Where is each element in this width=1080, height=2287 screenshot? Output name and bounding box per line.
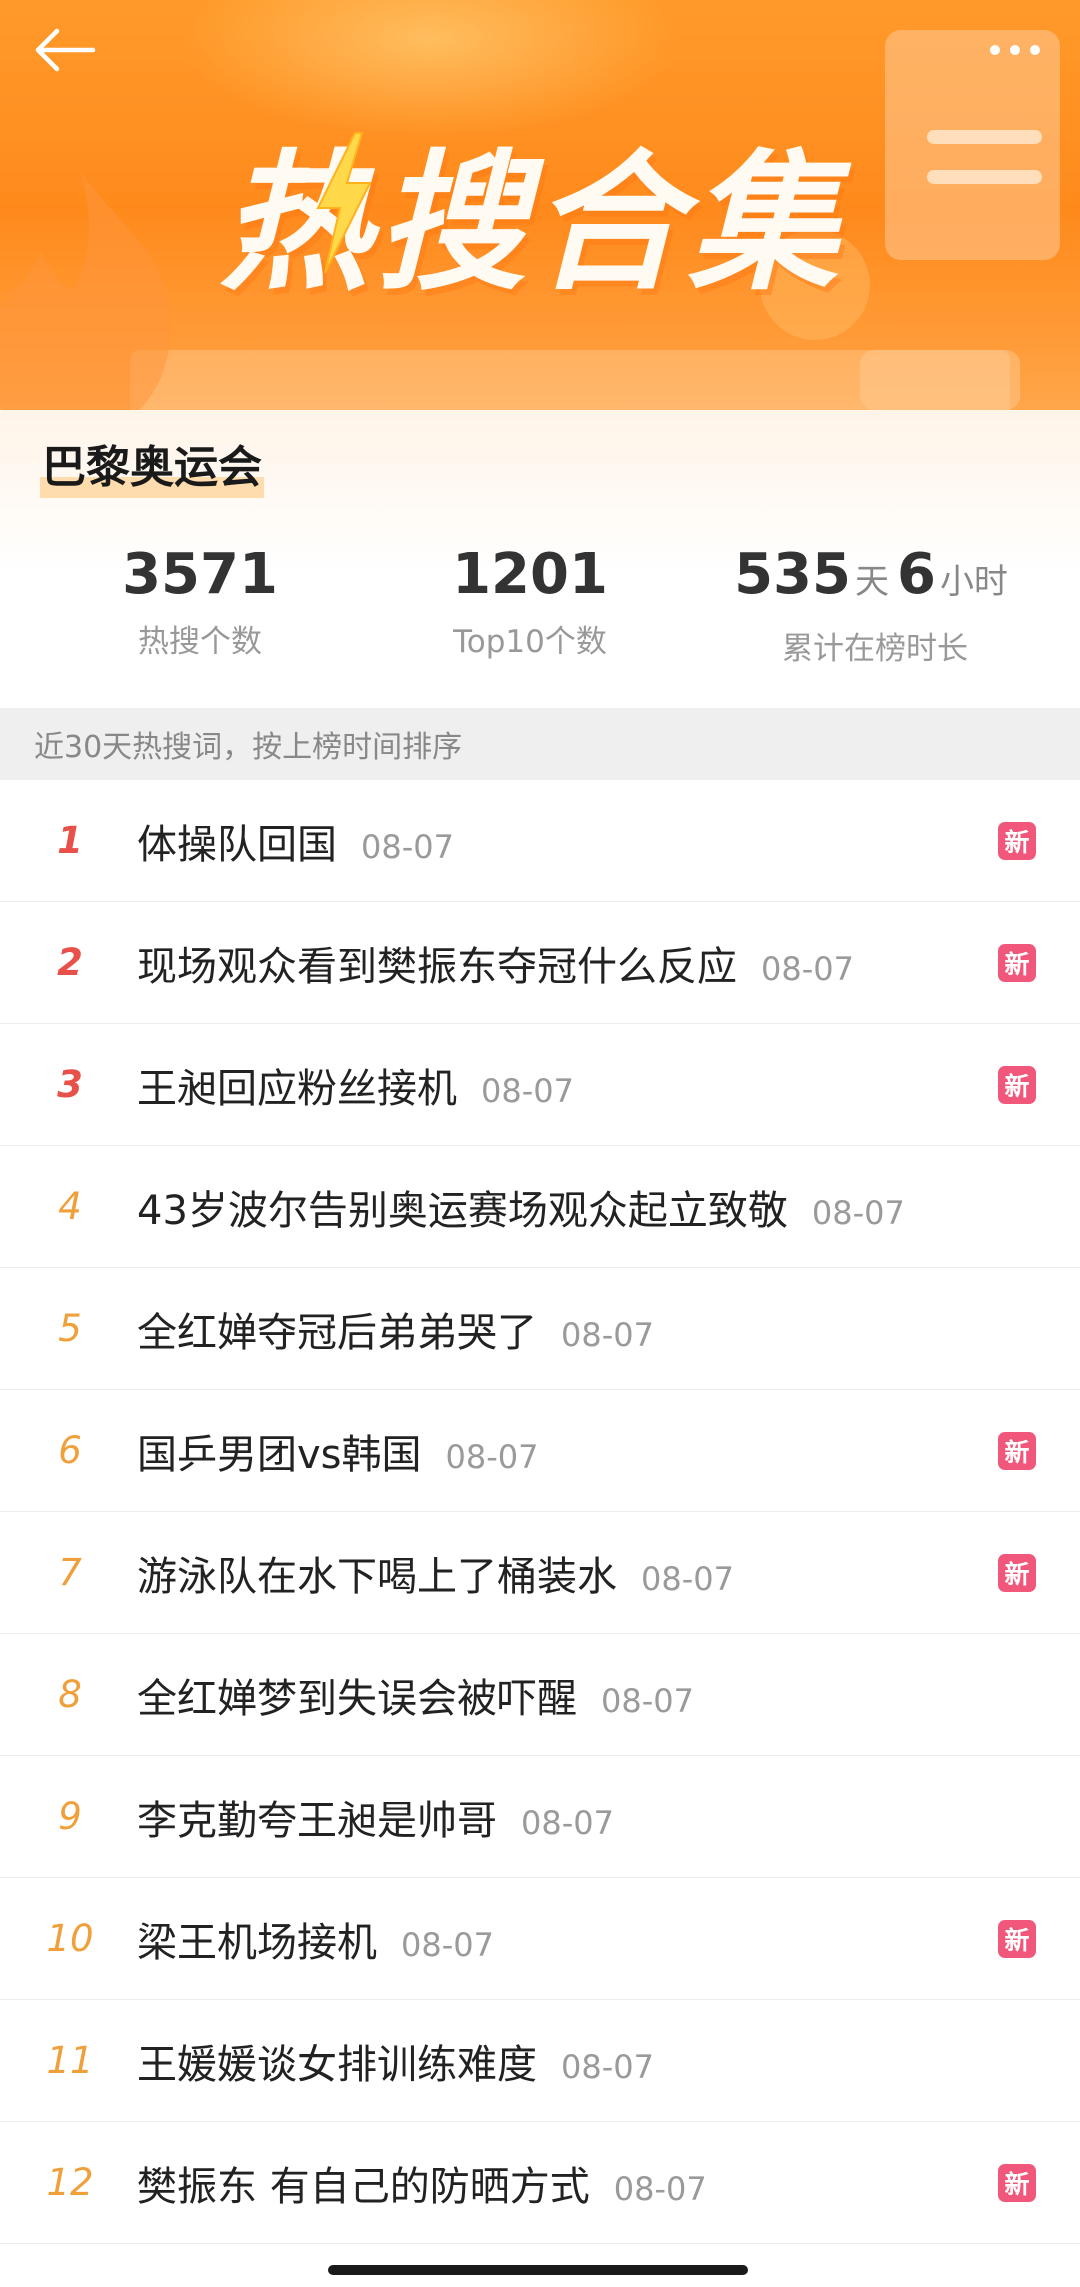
stat-label: 热搜个数	[138, 624, 262, 660]
new-badge: 新	[998, 1553, 1036, 1592]
item-date: 08-07	[521, 1803, 614, 1842]
item-text: 现场观众看到樊振东夺冠什么反应 08-07	[137, 934, 854, 992]
item-text: 王昶回应粉丝接机 08-07	[137, 1056, 574, 1114]
stat-hours: 6	[896, 542, 936, 607]
stat-days-unit: 天	[854, 562, 889, 602]
back-button[interactable]	[25, 20, 105, 80]
item-title[interactable]: 43岁波尔告别奥运赛场观众起立致敬	[137, 1178, 788, 1236]
item-title[interactable]: 全红婵夺冠后弟弟哭了	[137, 1300, 537, 1358]
item-title[interactable]: 李克勤夸王昶是帅哥	[137, 1788, 497, 1846]
item-text: 樊振东 有自己的防晒方式 08-07	[137, 2154, 707, 2212]
rank-number: 2	[57, 941, 83, 984]
item-title[interactable]: 王昶回应粉丝接机	[137, 1056, 457, 1114]
section-note: 近30天热搜词，按上榜时间排序	[34, 730, 463, 765]
list-item[interactable]: 3 王昶回应粉丝接机 08-07 新	[0, 1024, 1080, 1146]
item-title[interactable]: 国乒男团vs韩国	[137, 1422, 422, 1480]
more-dots-icon	[990, 45, 1000, 55]
list-item[interactable]: 1 体操队回国 08-07 新	[0, 780, 1080, 902]
list-item[interactable]: 12 樊振东 有自己的防晒方式 08-07 新	[0, 2122, 1080, 2244]
item-text: 王媛媛谈女排训练难度 08-07	[137, 2032, 654, 2090]
item-title[interactable]: 游泳队在水下喝上了桶装水	[137, 1544, 617, 1602]
rank-number: 12	[46, 2161, 94, 2204]
stat-value: 535 天 6 小时	[730, 535, 1020, 622]
new-badge: 新	[998, 943, 1036, 982]
stat-label: Top10个数	[453, 624, 607, 660]
rank-number: 1	[57, 819, 83, 862]
rank-number: 4	[58, 1185, 82, 1228]
section-header: 近30天热搜词，按上榜时间排序	[0, 708, 1080, 780]
stat-label: 累计在榜时长	[782, 631, 968, 667]
new-badge: 新	[998, 1919, 1036, 1958]
new-badge: 新	[998, 1065, 1036, 1104]
header-banner: 热搜合集	[0, 0, 1080, 470]
item-date: 08-07	[613, 2169, 707, 2208]
stat-top10-count: 1201 Top10个数	[430, 535, 630, 667]
rank-number: 10	[46, 1917, 94, 1960]
item-text: 国乒男团vs韩国 08-07	[137, 1422, 539, 1480]
stat-hot-search-count: 3571 热搜个数	[100, 535, 300, 667]
stat-value: 3571	[122, 542, 278, 607]
list-item[interactable]: 6 国乒男团vs韩国 08-07 新	[0, 1390, 1080, 1512]
list-item[interactable]: 9 李克勤夸王昶是帅哥 08-07	[0, 1756, 1080, 1878]
item-title[interactable]: 全红婵梦到失误会被吓醒	[137, 1666, 577, 1724]
list-item[interactable]: 10 梁王机场接机 08-07 新	[0, 1878, 1080, 2000]
stat-days: 535	[734, 542, 851, 607]
list-item[interactable]: 11 王媛媛谈女排训练难度 08-07	[0, 2000, 1080, 2122]
stat-hours-unit: 小时	[939, 562, 1008, 602]
rank-number: 7	[58, 1551, 82, 1594]
item-date: 08-07	[445, 1437, 539, 1476]
item-date: 08-07	[361, 827, 454, 866]
rank-number: 8	[58, 1673, 82, 1716]
item-text: 43岁波尔告别奥运赛场观众起立致敬 08-07	[137, 1178, 905, 1236]
item-title[interactable]: 樊振东 有自己的防晒方式	[137, 2154, 590, 2212]
lightning-bolt-icon	[316, 132, 372, 274]
item-date: 08-07	[401, 1925, 494, 1964]
list-item[interactable]: 5 全红婵夺冠后弟弟哭了 08-07	[0, 1268, 1080, 1390]
rank-number: 6	[58, 1429, 82, 1472]
list-item[interactable]: 7 游泳队在水下喝上了桶装水 08-07 新	[0, 1512, 1080, 1634]
item-title[interactable]: 王媛媛谈女排训练难度	[137, 2032, 537, 2090]
new-badge: 新	[998, 1431, 1036, 1470]
arrow-left-icon	[35, 28, 96, 72]
topic-title: 巴黎奥运会	[40, 438, 264, 498]
new-badge: 新	[998, 821, 1036, 860]
list-item[interactable]: 2 现场观众看到樊振东夺冠什么反应 08-07 新	[0, 902, 1080, 1024]
item-date: 08-07	[601, 1681, 694, 1720]
item-text: 体操队回国 08-07	[137, 812, 454, 870]
item-title[interactable]: 现场观众看到樊振东夺冠什么反应	[137, 934, 737, 992]
topic-stats: 3571 热搜个数 1201 Top10个数 535 天 6 小时 累计在榜时长	[0, 535, 1080, 670]
item-text: 梁王机场接机 08-07	[137, 1910, 494, 1968]
rank-number: 5	[58, 1307, 82, 1350]
hot-search-list: 1 体操队回国 08-07 新 2 现场观众看到樊振东夺冠什么反应 08-07 新 3 王昶回应粉…	[0, 780, 1080, 2244]
flame-icon	[0, 170, 172, 440]
item-date: 08-07	[811, 1193, 905, 1232]
item-date: 08-07	[641, 1559, 734, 1598]
more-button[interactable]	[970, 20, 1060, 80]
item-date: 08-07	[561, 1315, 654, 1354]
item-text: 全红婵梦到失误会被吓醒 08-07	[137, 1666, 694, 1724]
item-text: 李克勤夸王昶是帅哥 08-07	[137, 1788, 614, 1846]
list-item[interactable]: 4 43岁波尔告别奥运赛场观众起立致敬 08-07	[0, 1146, 1080, 1268]
list-item[interactable]: 8 全红婵梦到失误会被吓醒 08-07	[0, 1634, 1080, 1756]
stat-total-duration: 535 天 6 小时 累计在榜时长	[730, 535, 1020, 674]
stat-value: 1201	[452, 542, 608, 607]
rank-number: 3	[57, 1063, 83, 1106]
item-title[interactable]: 体操队回国	[137, 812, 337, 870]
rank-number: 11	[46, 2039, 94, 2082]
item-date: 08-07	[761, 949, 854, 988]
banner-decoration	[860, 350, 1020, 410]
item-date: 08-07	[481, 1071, 574, 1110]
item-text: 游泳队在水下喝上了桶装水 08-07	[137, 1544, 734, 1602]
rank-number: 9	[58, 1795, 82, 1838]
item-text: 全红婵夺冠后弟弟哭了 08-07	[137, 1300, 654, 1358]
item-date: 08-07	[561, 2047, 654, 2086]
home-indicator	[328, 2265, 748, 2275]
new-badge: 新	[998, 2163, 1036, 2202]
item-title[interactable]: 梁王机场接机	[137, 1910, 377, 1968]
